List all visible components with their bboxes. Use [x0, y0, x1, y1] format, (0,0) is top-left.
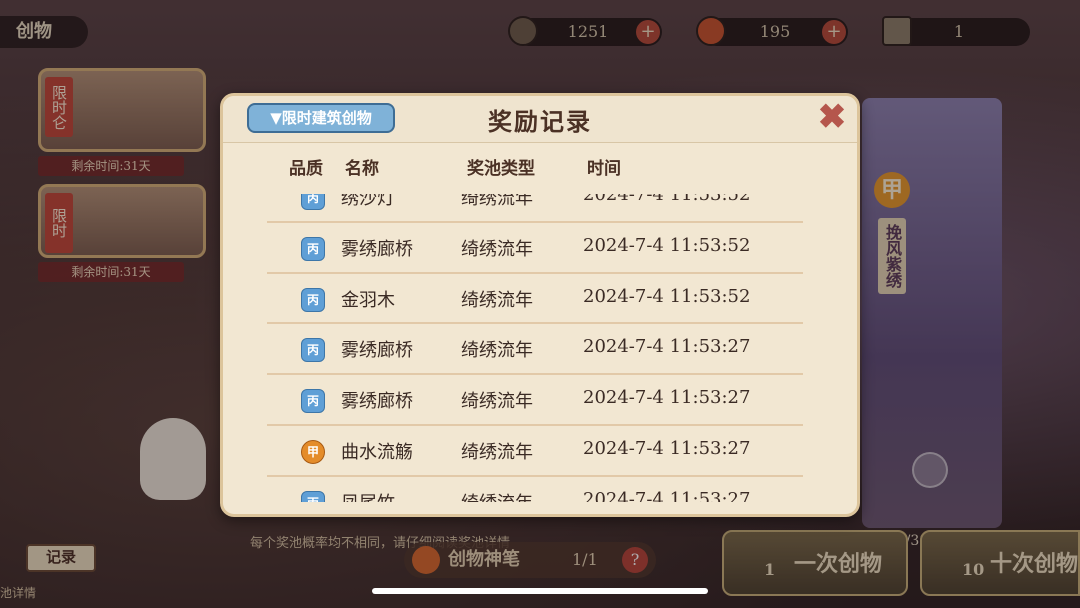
quality-badge: 丙 [301, 287, 325, 312]
pool-type: 绮绣流年 [461, 391, 533, 413]
item-name: 凤尾竹 [341, 489, 395, 502]
item-name: 绣沙灯 [341, 194, 395, 209]
col-quality: 品质 [289, 159, 323, 179]
col-time: 时间 [587, 159, 621, 179]
record-time: 2024-7-4 11:53:27 [583, 437, 751, 459]
table-header: 品质 名称 奖池类型 时间 [223, 154, 857, 184]
quality-badge: 丙 [301, 490, 325, 502]
col-name: 名称 [345, 159, 379, 179]
record-time: 2024-7-4 11:53:52 [583, 194, 751, 205]
table-row: 丙雾绣廊桥 绮绣流年 2024-7-4 11:53:27 [267, 375, 803, 426]
pool-type: 绮绣流年 [461, 289, 533, 311]
table-row: 丙金羽木 绮绣流年 2024-7-4 11:53:52 [267, 274, 803, 325]
record-time: 2024-7-4 11:53:52 [583, 285, 751, 307]
item-name: 雾绣廊桥 [341, 238, 413, 260]
quality-badge: 丙 [301, 194, 325, 210]
close-icon[interactable]: ✖ [815, 100, 849, 134]
table-row: 甲曲水流觞 绮绣流年 2024-7-4 11:53:27 [267, 426, 803, 477]
table-row: 丙雾绣廊桥 绮绣流年 2024-7-4 11:53:52 [267, 223, 803, 274]
pool-type: 绮绣流年 [461, 194, 533, 209]
dialog-header: ▼限时建筑创物 奖励记录 ✖ [223, 96, 857, 143]
record-time: 2024-7-4 11:53:27 [583, 387, 751, 409]
table-row: 丙 绣沙灯 绮绣流年 2024-7-4 11:53:52 [267, 194, 803, 223]
pool-type: 绮绣流年 [461, 441, 533, 463]
table-row: 丙雾绣廊桥 绮绣流年 2024-7-4 11:53:27 [267, 324, 803, 376]
pool-type: 绮绣流年 [461, 489, 533, 502]
home-indicator[interactable] [372, 588, 708, 594]
quality-badge: 甲 [301, 439, 325, 464]
record-time: 2024-7-4 11:53:27 [583, 336, 751, 358]
quality-badge: 丙 [301, 236, 325, 261]
table-row: 丙 凤尾竹 绮绣流年 2024-7-4 11:53:27 [267, 477, 803, 502]
quality-badge: 丙 [301, 389, 325, 414]
record-time: 2024-7-4 11:53:52 [583, 234, 751, 256]
record-list-inner: 丙绣沙灯 绮绣流年 2024-7-4 11:53:52 丙雾绣廊桥 绮绣流年 2024-7… [267, 194, 803, 502]
pool-type: 绮绣流年 [461, 340, 533, 362]
item-name: 雾绣廊桥 [341, 340, 413, 362]
record-time: 2024-7-4 11:53:27 [583, 488, 751, 502]
quality-badge: 丙 [301, 338, 325, 363]
reward-record-dialog: ▼限时建筑创物 奖励记录 ✖ 品质 名称 奖池类型 时间 丙绣沙灯 绮绣流年 202… [220, 93, 860, 517]
col-pool: 奖池类型 [467, 159, 535, 179]
dialog-title: 奖励记录 [488, 107, 592, 136]
item-name: 曲水流觞 [341, 441, 413, 463]
record-list[interactable]: 丙绣沙灯 绮绣流年 2024-7-4 11:53:52 丙雾绣廊桥 绮绣流年 2024-7… [267, 194, 803, 502]
item-name: 金羽木 [341, 289, 395, 311]
item-name: 雾绣廊桥 [341, 391, 413, 413]
pool-type: 绮绣流年 [461, 238, 533, 260]
